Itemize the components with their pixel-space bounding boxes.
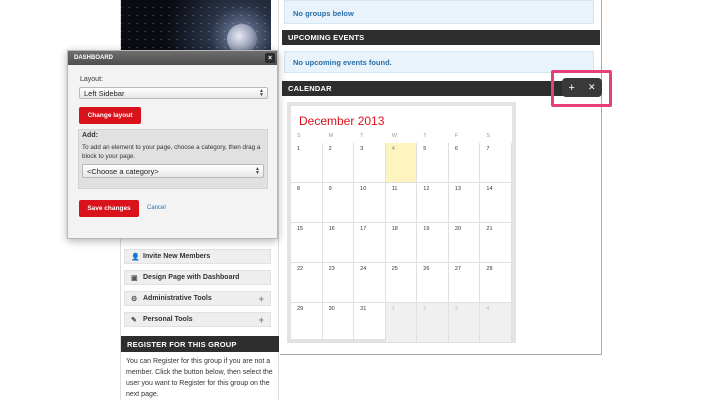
weekday-label: M bbox=[328, 133, 334, 139]
layout-select-value: Left Sidebar bbox=[84, 88, 125, 98]
expand-plus-icon[interactable]: + bbox=[259, 315, 264, 325]
calendar-month-label: December 2013 bbox=[299, 114, 385, 128]
calendar-day-cell[interactable]: 3 bbox=[354, 143, 386, 183]
sidebar-item-2[interactable]: ⚙ Administrative Tools + bbox=[124, 291, 271, 306]
group-photo bbox=[121, 0, 271, 52]
sidebar-item-label: Administrative Tools bbox=[143, 295, 212, 302]
calendar-day-cell[interactable]: 5 bbox=[417, 143, 449, 183]
calendar-day-cell[interactable]: 26 bbox=[417, 263, 449, 303]
calendar-weekday-row: SMTWTFS bbox=[291, 133, 512, 143]
tools-icon: ✎ bbox=[131, 316, 137, 324]
calendar-day-cell[interactable]: 20 bbox=[448, 223, 481, 263]
user-icon: 👤 bbox=[131, 253, 140, 261]
add-label: Add: bbox=[82, 132, 98, 139]
register-header: REGISTER FOR THIS GROUP bbox=[121, 336, 279, 352]
calendar-day-cell[interactable]: 9 bbox=[322, 183, 355, 223]
category-select-value: <Choose a category> bbox=[87, 166, 159, 176]
groups-notice-text: No groups below bbox=[293, 9, 354, 18]
dashboard-dialog: DASHBOARD × Layout: Left Sidebar ▲ ▼ Chan… bbox=[67, 50, 278, 239]
calendar-day-cell[interactable]: 1 bbox=[291, 143, 323, 183]
calendar-day-cell[interactable]: 6 bbox=[448, 143, 481, 183]
calendar-day-cell[interactable]: 8 bbox=[291, 183, 323, 223]
dashboard-titlebar[interactable]: DASHBOARD × bbox=[68, 51, 277, 65]
calendar-widget: December 2013 SMTWTFS 1 2 3 4 5 6 7 8 9 10 11 12 13 1… bbox=[287, 102, 516, 343]
move-block-icon[interactable]: + bbox=[569, 82, 575, 94]
upcoming-events-notice: No upcoming events found. bbox=[284, 51, 594, 73]
calendar-day-cell[interactable]: 16 bbox=[322, 223, 355, 263]
close-icon[interactable]: × bbox=[265, 53, 275, 63]
upcoming-events-title: UPCOMING EVENTS bbox=[288, 33, 365, 42]
calendar-day-cell[interactable]: 30 bbox=[322, 303, 355, 343]
calendar-day-cell[interactable]: 24 bbox=[354, 263, 386, 303]
layout-select[interactable]: Left Sidebar ▲ ▼ bbox=[79, 87, 268, 99]
select-arrows-icon: ▲ ▼ bbox=[259, 88, 264, 98]
groups-notice: No groups below bbox=[284, 0, 594, 24]
close-block-icon[interactable]: ✕ bbox=[588, 82, 596, 93]
calendar-day-cell[interactable]: 4 bbox=[385, 143, 418, 183]
calendar-grid: 1 2 3 4 5 6 7 8 9 10 11 12 13 14 15 16 17 18 19 20 21 22 23 24 2… bbox=[291, 143, 512, 343]
sidebar-item-0[interactable]: 👤 Invite New Members bbox=[124, 249, 271, 264]
weekday-label: W bbox=[391, 133, 397, 139]
register-title: REGISTER FOR THIS GROUP bbox=[127, 339, 237, 349]
calendar-day-cell[interactable]: 2 bbox=[322, 143, 355, 183]
calendar-day-cell[interactable]: 29 bbox=[291, 303, 323, 343]
select-arrows-icon: ▲ ▼ bbox=[255, 166, 260, 176]
sidebar-item-label: Invite New Members bbox=[143, 253, 211, 260]
upcoming-events-header: UPCOMING EVENTS bbox=[282, 30, 600, 45]
page: No groups below UPCOMING EVENTS No upcom… bbox=[0, 0, 720, 400]
dashboard-title: DASHBOARD bbox=[74, 55, 113, 61]
calendar-day-cell[interactable]: 3 bbox=[448, 303, 481, 343]
weekday-label: S bbox=[297, 133, 301, 139]
sidebar-item-1[interactable]: ▣ Design Page with Dashboard bbox=[124, 270, 271, 285]
expand-plus-icon[interactable]: + bbox=[259, 294, 264, 304]
calendar-day-cell[interactable]: 4 bbox=[480, 303, 512, 343]
calendar-day-cell[interactable]: 27 bbox=[448, 263, 481, 303]
dashboard-icon: ▣ bbox=[131, 274, 138, 282]
cancel-link[interactable]: Cancel bbox=[147, 205, 166, 211]
calendar-block-toolbar: + ✕ bbox=[562, 78, 602, 97]
category-select[interactable]: <Choose a category> ▲ ▼ bbox=[82, 164, 264, 178]
save-changes-button[interactable]: Save changes bbox=[79, 200, 139, 217]
calendar-day-cell[interactable]: 19 bbox=[417, 223, 449, 263]
change-layout-button[interactable]: Change layout bbox=[79, 107, 141, 124]
calendar-day-cell[interactable]: 14 bbox=[480, 183, 512, 223]
weekday-label: T bbox=[423, 133, 427, 139]
calendar-day-cell[interactable]: 10 bbox=[354, 183, 386, 223]
calendar-title: CALENDAR bbox=[288, 84, 332, 93]
calendar-day-cell[interactable]: 21 bbox=[480, 223, 512, 263]
calendar-day-cell[interactable]: 7 bbox=[480, 143, 512, 183]
weekday-label: S bbox=[486, 133, 491, 139]
sidebar-item-label: Design Page with Dashboard bbox=[143, 274, 240, 281]
sidebar-item-3[interactable]: ✎ Personal Tools + bbox=[124, 312, 271, 327]
calendar-day-cell[interactable]: 2 bbox=[417, 303, 449, 343]
calendar-day-cell[interactable]: 22 bbox=[291, 263, 323, 303]
weekday-label: F bbox=[454, 133, 459, 139]
calendar-day-cell[interactable]: 18 bbox=[385, 223, 418, 263]
calendar-day-cell[interactable]: 12 bbox=[417, 183, 449, 223]
layout-label: Layout: bbox=[80, 76, 103, 83]
calendar-day-cell[interactable]: 13 bbox=[448, 183, 481, 223]
calendar-day-cell[interactable]: 25 bbox=[385, 263, 418, 303]
calendar-day-cell[interactable]: 11 bbox=[385, 183, 418, 223]
calendar-day-cell[interactable]: 28 bbox=[480, 263, 512, 303]
calendar-day-cell[interactable]: 17 bbox=[354, 223, 386, 263]
add-help-text: To add an element to your page, choose a… bbox=[82, 144, 261, 160]
sidebar-item-label: Personal Tools bbox=[143, 316, 193, 323]
calendar-day-cell[interactable]: 1 bbox=[385, 303, 418, 343]
calendar-day-cell[interactable]: 31 bbox=[354, 303, 386, 343]
calendar-day-cell[interactable]: 23 bbox=[322, 263, 355, 303]
register-description: You can Register for this group if you a… bbox=[126, 358, 273, 398]
upcoming-events-empty-text: No upcoming events found. bbox=[293, 58, 392, 67]
weekday-label: T bbox=[360, 133, 364, 139]
calendar-day-cell[interactable]: 15 bbox=[291, 223, 323, 263]
gear-icon: ⚙ bbox=[131, 295, 138, 303]
add-element-panel: Add: To add an element to your page, cho… bbox=[78, 129, 268, 189]
